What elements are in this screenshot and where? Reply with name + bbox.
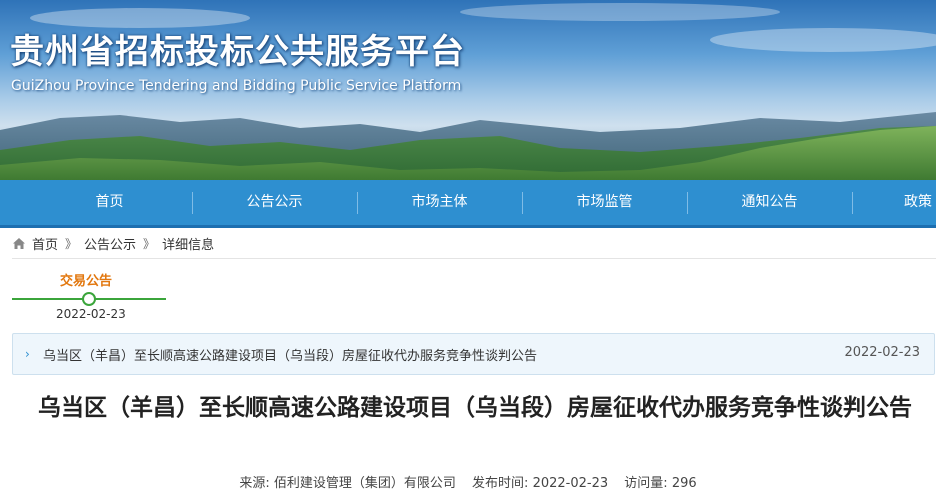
source-group: 来源: 佰利建设管理（集团）有限公司 bbox=[239, 476, 456, 491]
nav-item-market-supervision[interactable]: 市场监管 bbox=[522, 180, 687, 225]
breadcrumb-separator: 》 bbox=[143, 237, 156, 251]
article-title: 乌当区（羊昌）至长顺高速公路建设项目（乌当段）房屋征收代办服务竞争性谈判公告 bbox=[38, 395, 912, 421]
publish-time: 2022-02-23 bbox=[532, 476, 609, 491]
home-icon bbox=[13, 238, 25, 249]
breadcrumb-home[interactable]: 首页 bbox=[32, 234, 58, 253]
breadcrumb-separator: 》 bbox=[65, 237, 78, 251]
source-label: 来源: bbox=[239, 476, 270, 491]
nav-item-market-entities[interactable]: 市场主体 bbox=[357, 180, 522, 225]
timeline-step-label[interactable]: 交易公告 bbox=[60, 270, 112, 289]
breadcrumb: 首页 》 公告公示 》 详细信息 bbox=[12, 234, 214, 253]
breadcrumb-announcements[interactable]: 公告公示 bbox=[84, 234, 136, 253]
chevron-right-icon: › bbox=[25, 347, 30, 361]
notice-title-link[interactable]: 乌当区（羊昌）至长顺高速公路建设项目（乌当段）房屋征收代办服务竞争性谈判公告 bbox=[43, 345, 537, 364]
views-count: 296 bbox=[671, 476, 697, 491]
views-label: 访问量: bbox=[624, 476, 668, 491]
breadcrumb-current: 详细信息 bbox=[162, 238, 215, 253]
nav-item-policy[interactable]: 政策 bbox=[852, 180, 936, 225]
main-nav: 首页 公告公示 市场主体 市场监管 通知公告 政策 bbox=[0, 180, 936, 228]
nav-item-home[interactable]: 首页 bbox=[27, 180, 192, 225]
site-subtitle: GuiZhou Province Tendering and Bidding P… bbox=[11, 78, 462, 94]
nav-item-announcements[interactable]: 公告公示 bbox=[192, 180, 357, 225]
nav-item-notices[interactable]: 通知公告 bbox=[687, 180, 852, 225]
site-banner: 贵州省招标投标公共服务平台 GuiZhou Province Tendering… bbox=[0, 0, 936, 180]
publish-group: 发布时间: 2022-02-23 bbox=[472, 476, 608, 491]
article-meta: 来源: 佰利建设管理（集团）有限公司 发布时间: 2022-02-23 访问量:… bbox=[0, 472, 936, 491]
notice-item[interactable]: › 乌当区（羊昌）至长顺高速公路建设项目（乌当段）房屋征收代办服务竞争性谈判公告… bbox=[12, 333, 935, 375]
site-title: 贵州省招标投标公共服务平台 bbox=[10, 32, 465, 72]
timeline-step-date: 2022-02-23 bbox=[56, 307, 126, 321]
process-timeline: 交易公告 2022-02-23 bbox=[12, 258, 936, 325]
notice-date: 2022-02-23 bbox=[844, 345, 920, 360]
source-value: 佰利建设管理（集团）有限公司 bbox=[273, 476, 456, 491]
publish-label: 发布时间: bbox=[472, 476, 529, 491]
views-group: 访问量: 296 bbox=[624, 476, 696, 491]
timeline-dot-icon bbox=[82, 292, 96, 306]
